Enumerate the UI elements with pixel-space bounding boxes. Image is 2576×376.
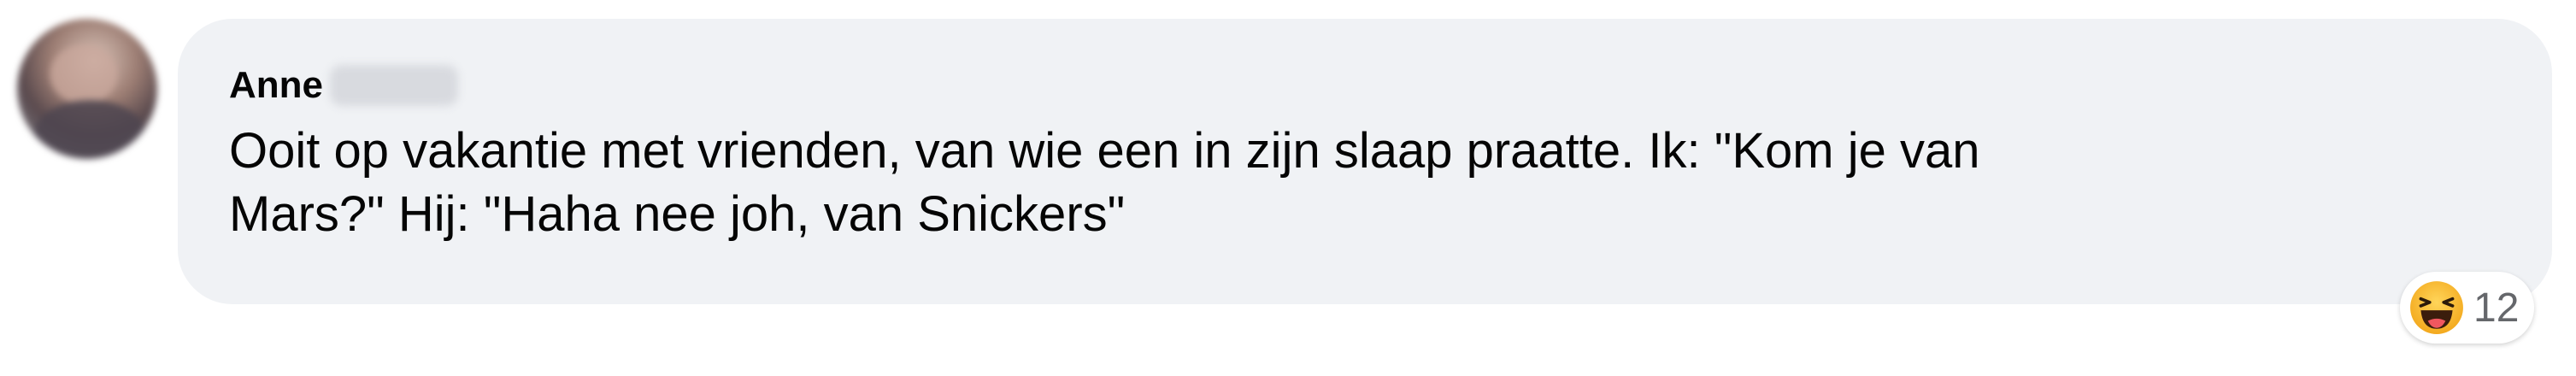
author-name[interactable]: Anne <box>229 64 323 107</box>
reaction-summary[interactable]: 12 <box>2400 272 2535 344</box>
avatar[interactable] <box>17 19 157 159</box>
author-last-name-redacted <box>330 65 458 106</box>
reaction-count: 12 <box>2473 285 2520 331</box>
comment-text: Ooit op vakantie met vrienden, van wie e… <box>229 123 1980 242</box>
author-row: Anne <box>229 60 458 111</box>
comment-container: Anne Ooit op vakantie met vrienden, van … <box>0 0 2576 376</box>
haha-emoji-icon <box>2410 281 2463 334</box>
comment-bubble: Anne Ooit op vakantie met vrienden, van … <box>178 19 2552 304</box>
